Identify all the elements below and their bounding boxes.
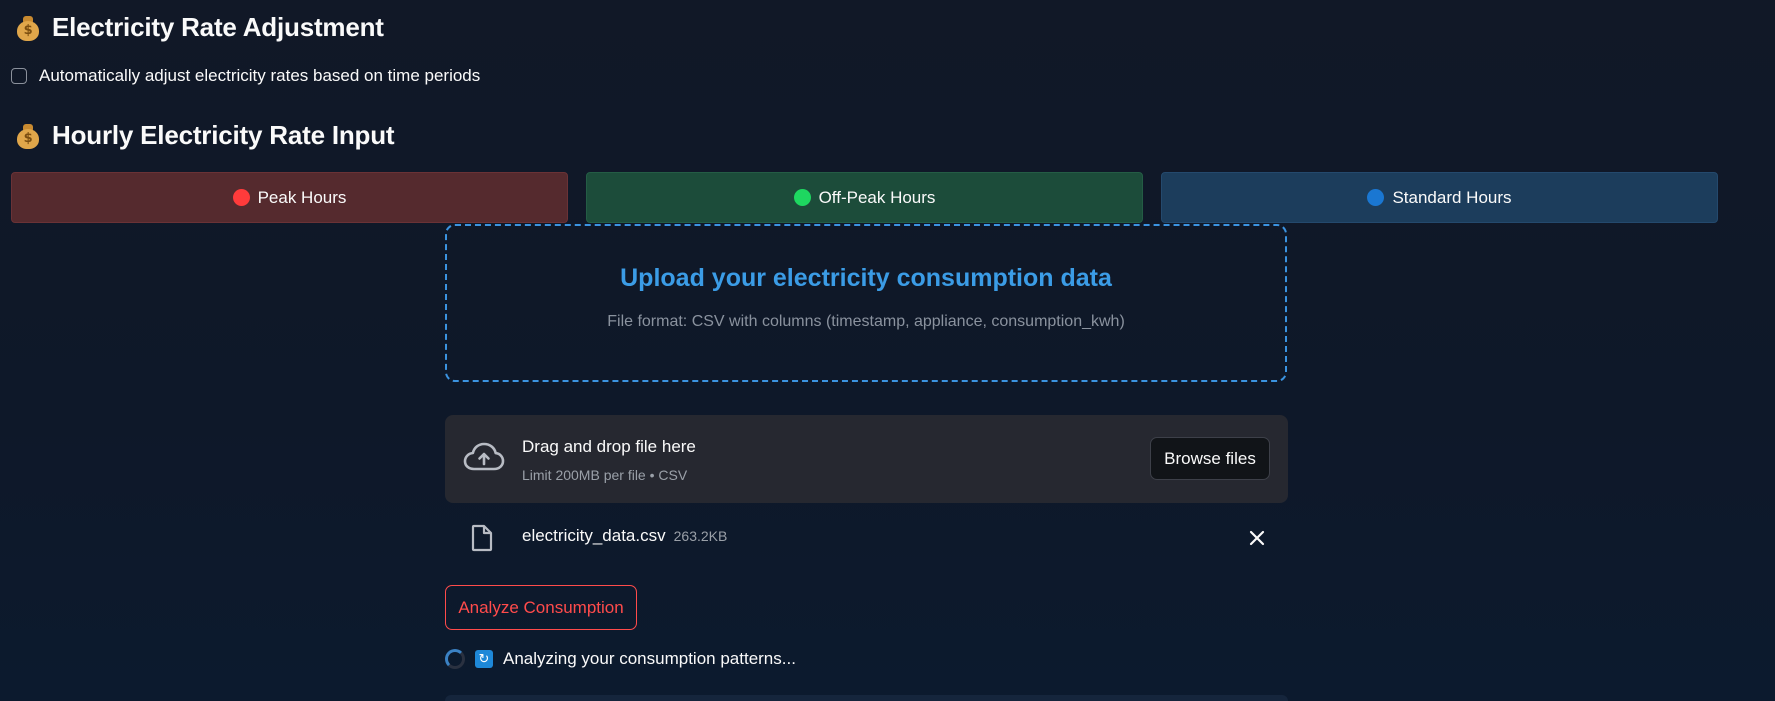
green-circle-icon: [793, 189, 811, 206]
uploaded-file-name: electricity_data.csv 263.2KB: [522, 526, 727, 546]
uploaded-file-name-text: electricity_data.csv: [522, 526, 666, 545]
money-bag-icon: $: [14, 122, 42, 150]
refresh-icon: ↻: [475, 650, 493, 668]
off-peak-hours-tab[interactable]: Off-Peak Hours: [586, 172, 1143, 223]
uploaded-file-row: electricity_data.csv 263.2KB: [445, 522, 1288, 558]
upload-banner-subtitle: File format: CSV with columns (timestamp…: [607, 313, 1125, 330]
close-icon[interactable]: [1247, 528, 1267, 548]
upload-banner: Upload your electricity consumption data…: [445, 224, 1287, 382]
peak-hours-tab[interactable]: Peak Hours: [11, 172, 568, 223]
standard-hours-tab[interactable]: Standard Hours: [1161, 172, 1718, 223]
rate-adjustment-title: $ Electricity Rate Adjustment: [14, 12, 384, 43]
analysis-status: ↻ Analyzing your consumption patterns...: [445, 649, 796, 669]
auto-adjust-checkbox-row[interactable]: Automatically adjust electricity rates b…: [11, 66, 480, 86]
file-icon: [471, 524, 493, 552]
money-bag-icon: $: [14, 14, 42, 42]
rate-adjustment-title-text: Electricity Rate Adjustment: [52, 12, 384, 42]
loading-spinner-icon: [445, 649, 465, 669]
analysis-status-text: Analyzing your consumption patterns...: [503, 649, 796, 668]
period-tabs: Peak Hours Off-Peak Hours Standard Hours: [11, 172, 1718, 223]
result-container-edge: [445, 695, 1288, 701]
cloud-upload-icon: [463, 442, 505, 471]
upload-banner-title: Upload your electricity consumption data: [620, 264, 1112, 292]
browse-files-button[interactable]: Browse files: [1150, 437, 1270, 480]
red-circle-icon: [232, 189, 250, 206]
uploaded-file-size: 263.2KB: [673, 528, 728, 544]
hourly-input-title: $ Hourly Electricity Rate Input: [14, 120, 395, 151]
file-dropzone[interactable]: Drag and drop file here Limit 200MB per …: [445, 415, 1288, 503]
peak-hours-label: Peak Hours: [257, 187, 347, 207]
auto-adjust-checkbox[interactable]: [11, 68, 27, 84]
off-peak-hours-label: Off-Peak Hours: [818, 187, 936, 207]
dropzone-limit: Limit 200MB per file • CSV: [522, 467, 688, 483]
dropzone-title: Drag and drop file here: [522, 437, 696, 456]
auto-adjust-checkbox-label[interactable]: Automatically adjust electricity rates b…: [39, 66, 480, 86]
blue-circle-icon: [1367, 189, 1385, 206]
analyze-consumption-button[interactable]: Analyze Consumption: [445, 585, 637, 630]
standard-hours-label: Standard Hours: [1392, 187, 1512, 207]
hourly-input-title-text: Hourly Electricity Rate Input: [52, 120, 395, 150]
